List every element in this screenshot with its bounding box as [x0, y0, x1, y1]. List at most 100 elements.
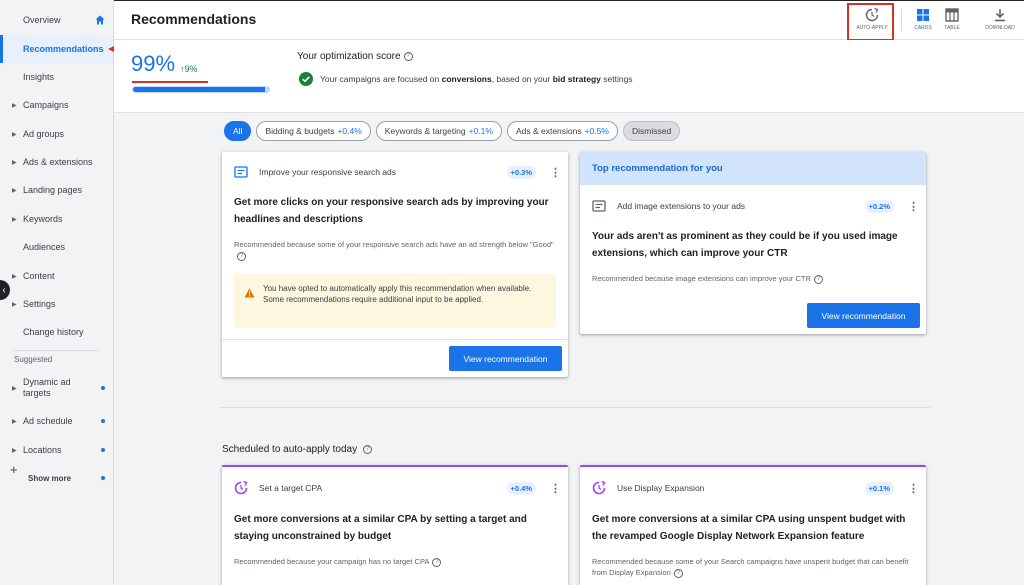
chevron-left-icon: ‹: [2, 284, 6, 296]
sidebar-item-dynamic-ad-targets[interactable]: ▶ Dynamic ad targets: [0, 374, 113, 402]
sidebar-item-ads-extensions[interactable]: ▶ Ads & extensions: [0, 148, 113, 176]
help-icon[interactable]: ?: [237, 251, 246, 261]
caret-right-icon: ▶: [12, 102, 17, 109]
table-view-icon: [945, 8, 959, 22]
optimization-score-value: 99%: [131, 51, 176, 76]
caret-right-icon: ▶: [12, 159, 17, 166]
caret-right-icon: ▶: [12, 385, 17, 392]
sidebar-item-campaigns[interactable]: ▶ Campaigns: [0, 91, 113, 119]
check-circle-icon: [299, 72, 313, 86]
sidebar-item-content[interactable]: ▶ Content: [0, 262, 113, 290]
auto-apply-schedule-icon: [592, 481, 606, 495]
image-extension-icon: [592, 200, 606, 212]
card-reason: Recommended because your campaign has no…: [234, 556, 554, 567]
view-recommendation-button[interactable]: View recommendation: [449, 346, 562, 371]
scheduled-card-display-expansion: Use Display Expansion +0.1% ⋮ Get more c…: [580, 465, 926, 585]
sidebar-show-more[interactable]: + Show more: [0, 462, 113, 492]
new-indicator-dot: [101, 476, 105, 480]
filter-chip-ads-extensions[interactable]: Ads & extensions +0.5%: [506, 121, 618, 141]
score-change: ↑9%: [180, 64, 198, 74]
recommendation-card-image-extensions: Top recommendation for you Add image ext…: [580, 152, 926, 334]
score-impact-badge: +0.4%: [506, 481, 536, 495]
card-main-text: Get more clicks on your responsive searc…: [234, 197, 549, 225]
caret-right-icon: ▶: [12, 447, 17, 454]
more-vert-icon[interactable]: ⋮: [908, 482, 919, 495]
table-view-button[interactable]: TABLE: [930, 1, 974, 41]
page-title: Recommendations: [131, 11, 257, 27]
more-vert-icon[interactable]: ⋮: [550, 482, 561, 495]
caret-right-icon: ▶: [12, 131, 17, 138]
top-recommendation-banner: Top recommendation for you: [580, 152, 926, 185]
cards-view-icon: [917, 9, 929, 21]
filter-chip-all[interactable]: All: [224, 121, 252, 141]
home-icon: [95, 15, 105, 25]
new-indicator-dot: [101, 386, 105, 390]
new-indicator-dot: [101, 448, 105, 452]
more-vert-icon[interactable]: ⋮: [908, 200, 919, 213]
help-icon[interactable]: ?: [813, 274, 823, 284]
caret-right-icon: ▶: [12, 273, 17, 280]
score-impact-badge: +0.2%: [864, 199, 894, 213]
sidebar-item-audiences[interactable]: Audiences: [0, 233, 113, 261]
card-main-text: Get more conversions at a similar CPA us…: [592, 514, 906, 542]
sidebar-item-ad-groups[interactable]: ▶ Ad groups: [0, 120, 113, 148]
help-icon[interactable]: ?: [673, 568, 683, 578]
warning-icon: [244, 288, 255, 298]
new-indicator-dot: [101, 419, 105, 423]
score-impact-badge: +0.3%: [506, 165, 536, 179]
filter-chip-keywords-targeting[interactable]: Keywords & targeting +0.1%: [375, 121, 502, 141]
caret-right-icon: ▶: [12, 216, 17, 223]
filter-chip-dismissed[interactable]: Dismissed: [622, 121, 681, 141]
sidebar-item-landing-pages[interactable]: ▶ Landing pages: [0, 176, 113, 204]
optimization-score-panel: 99% ↑9% Your optimization score? Your ca…: [114, 40, 1024, 113]
filter-chip-bidding-budgets[interactable]: Bidding & budgets +0.4%: [256, 121, 371, 141]
annotation-highlight-box: [847, 3, 894, 41]
view-recommendation-button[interactable]: View recommendation: [807, 303, 920, 328]
download-icon: [995, 9, 1005, 22]
score-heading: Your optimization score?: [297, 51, 413, 62]
scheduled-card-target-cpa: Set a target CPA +0.4% ⋮ Get more conver…: [222, 465, 568, 585]
sidebar-item-recommendations[interactable]: Recommendations: [0, 35, 113, 63]
more-vert-icon[interactable]: ⋮: [550, 166, 561, 179]
card-reason: Recommended because some of your respons…: [234, 240, 554, 261]
header: Recommendations AUTO-APPLY CARDS TABLE D…: [114, 0, 1024, 41]
card-header: Add image extensions to your ads +0.2% ⋮: [592, 198, 919, 214]
card-header: Improve your responsive search ads +0.3%…: [234, 164, 561, 180]
sidebar-item-ad-schedule[interactable]: ▶ Ad schedule: [0, 407, 113, 435]
caret-right-icon: ▶: [12, 187, 17, 194]
recommendation-card-rsa: Improve your responsive search ads +0.3%…: [222, 152, 568, 377]
auto-apply-notice: You have opted to automatically apply th…: [234, 274, 556, 328]
scheduled-section-heading: Scheduled to auto-apply today?: [222, 444, 373, 455]
sidebar-item-keywords[interactable]: ▶ Keywords: [0, 205, 113, 233]
help-icon[interactable]: ?: [403, 51, 413, 61]
annotation-underline: [132, 81, 208, 83]
sidebar-item-settings[interactable]: ▶ Settings: [0, 290, 113, 318]
suggested-heading: Suggested: [14, 355, 53, 364]
caret-right-icon: ▶: [12, 418, 17, 425]
responsive-ad-icon: [234, 166, 248, 178]
auto-apply-schedule-icon: [234, 481, 248, 495]
sidebar-item-insights[interactable]: Insights: [0, 63, 113, 91]
sidebar-divider: [14, 350, 98, 351]
score-impact-badge: +0.1%: [864, 481, 894, 495]
score-progress-bar: [132, 86, 270, 93]
sidebar-item-overview[interactable]: Overview: [0, 6, 113, 34]
card-reason: Recommended because image extensions can…: [592, 273, 912, 284]
card-main-text: Your ads aren't as prominent as they cou…: [592, 231, 898, 259]
plus-icon: +: [10, 462, 18, 477]
card-header: Use Display Expansion +0.1% ⋮: [592, 480, 919, 496]
help-icon[interactable]: ?: [363, 444, 373, 454]
card-divider: [222, 339, 568, 340]
sidebar-item-locations[interactable]: ▶ Locations: [0, 436, 113, 464]
help-icon[interactable]: ?: [432, 557, 442, 567]
sidebar-item-change-history[interactable]: Change history: [0, 318, 113, 346]
sidebar: Overview Recommendations Insights ▶ Camp…: [0, 0, 114, 585]
caret-right-icon: ▶: [12, 301, 17, 308]
card-main-text: Get more conversions at a similar CPA by…: [234, 514, 527, 542]
download-button[interactable]: DOWNLOAD: [978, 1, 1022, 41]
card-reason: Recommended because some of your Search …: [592, 557, 909, 578]
filter-chips: All Bidding & budgets +0.4% Keywords & ta…: [224, 121, 681, 141]
score-message: Your campaigns are focused on conversion…: [320, 74, 633, 84]
section-divider: [220, 407, 930, 408]
card-header: Set a target CPA +0.4% ⋮: [234, 480, 561, 496]
